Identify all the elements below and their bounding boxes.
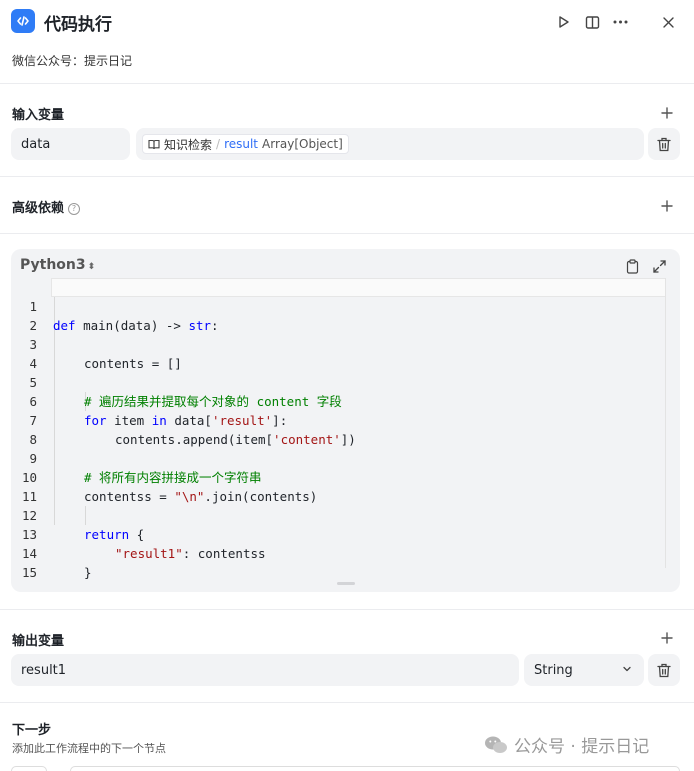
code-icon xyxy=(11,9,35,33)
code-line: 3 contents = [] xyxy=(11,316,666,371)
reference-source: 知识检索 xyxy=(164,137,213,152)
divider xyxy=(0,176,694,177)
node-description[interactable]: 微信公众号：提示日记 xyxy=(12,52,132,69)
output-type-value: String xyxy=(534,662,573,678)
delete-input-button[interactable] xyxy=(648,128,680,160)
reference-separator: / xyxy=(216,137,221,151)
code-text: } xyxy=(84,565,92,580)
close-icon[interactable] xyxy=(657,11,679,33)
updown-icon: ⬍ xyxy=(87,262,96,272)
line-number: 15 xyxy=(21,565,37,580)
code-editor[interactable]: Python3 ⬍ 1 def main(data) -> str: 2 3 co… xyxy=(11,249,680,592)
input-variables-title: 输入变量 xyxy=(12,108,65,123)
output-variable-name[interactable]: result1 xyxy=(11,654,519,686)
wechat-icon xyxy=(485,736,507,753)
next-node-slot[interactable] xyxy=(70,766,680,771)
divider xyxy=(0,609,694,610)
split-view-icon[interactable] xyxy=(581,11,603,33)
code-line: 5 # 遍历结果并提取每个对象的 content 字段 xyxy=(11,354,666,409)
output-variable-name-text: result1 xyxy=(21,662,67,678)
reference-variable: result xyxy=(224,137,259,151)
input-variable-reference[interactable]: 知识检索 / result Array[Object] xyxy=(136,128,644,160)
code-line: 12 return { xyxy=(11,487,666,542)
trash-icon xyxy=(657,137,671,151)
watermark-text: 公众号 · 提示日记 xyxy=(514,737,650,757)
divider xyxy=(0,83,694,84)
run-icon[interactable] xyxy=(553,11,575,33)
code-line: 13 "result1": contentss xyxy=(11,506,666,561)
next-node-handle[interactable] xyxy=(11,766,47,771)
add-output-icon[interactable] xyxy=(658,629,676,647)
next-step-subtitle: 添加此工作流程中的下一个节点 xyxy=(12,742,166,755)
code-line: 10 contentss = "\n".join(contents) xyxy=(11,449,666,504)
code-line: 4 xyxy=(11,335,666,371)
divider xyxy=(0,702,694,703)
advanced-deps-title: 高级依赖? xyxy=(12,197,81,216)
editor-scrollbar[interactable] xyxy=(665,278,666,568)
resize-handle[interactable] xyxy=(337,582,355,585)
add-dependency-icon[interactable] xyxy=(658,197,676,215)
code-line: 14 } xyxy=(11,525,666,580)
code-area[interactable]: 1 def main(data) -> str: 2 3 contents = … xyxy=(11,278,666,580)
code-line: 9 # 将所有内容拼接成一个字符串 xyxy=(11,430,666,485)
code-line: 1 def main(data) -> str: xyxy=(11,278,666,333)
knowledge-icon xyxy=(148,139,160,149)
code-line: 8 xyxy=(11,411,666,447)
reference-tag[interactable]: 知识检索 / result Array[Object] xyxy=(142,134,349,154)
delete-output-button[interactable] xyxy=(648,654,680,686)
divider xyxy=(0,233,694,234)
expand-icon[interactable] xyxy=(650,257,668,275)
language-selector[interactable]: Python3 ⬍ xyxy=(20,257,95,273)
chevron-down-icon xyxy=(623,666,631,672)
next-step-title: 下一步 xyxy=(12,723,52,738)
add-input-icon[interactable] xyxy=(658,104,676,122)
reference-type: Array[Object] xyxy=(262,137,343,151)
input-variable-name[interactable]: data xyxy=(11,128,130,160)
input-variable-name-text: data xyxy=(21,136,51,152)
trash-icon xyxy=(657,663,671,677)
code-line: 2 xyxy=(11,297,666,333)
output-type-select[interactable]: String xyxy=(524,654,644,686)
code-line: 6 for item in data['result']: xyxy=(11,373,666,428)
code-line: 11 xyxy=(11,468,666,504)
language-label: Python3 xyxy=(20,257,86,273)
more-icon[interactable] xyxy=(609,11,631,33)
clipboard-icon[interactable] xyxy=(623,257,641,275)
code-line: 15 xyxy=(11,544,666,580)
node-title[interactable]: 代码执行 xyxy=(44,10,112,35)
code-line: 7 contents.append(item['content']) xyxy=(11,392,666,447)
help-icon[interactable]: ? xyxy=(68,202,81,215)
output-variables-title: 输出变量 xyxy=(12,634,65,649)
watermark: 公众号 · 提示日记 xyxy=(484,732,649,757)
node-header: 代码执行 xyxy=(0,0,694,44)
advanced-deps-label: 高级依赖 xyxy=(12,201,65,216)
